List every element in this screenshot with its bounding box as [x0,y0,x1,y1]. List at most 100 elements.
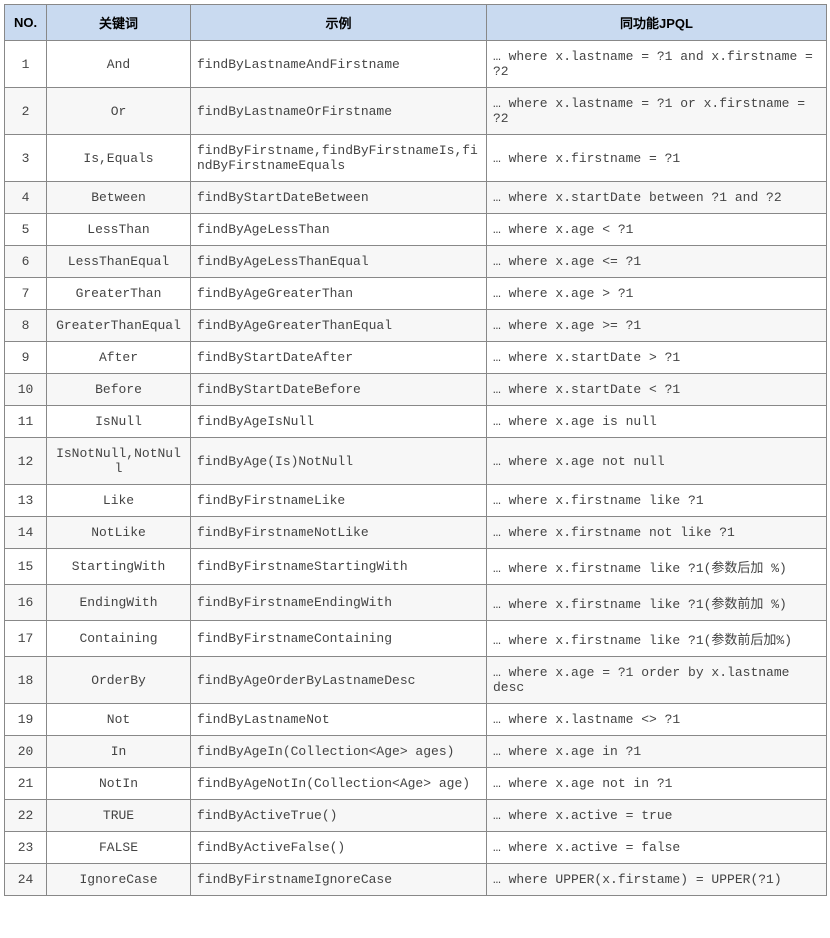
cell-keyword: Containing [47,621,191,657]
header-example: 示例 [191,5,487,41]
cell-no: 16 [5,585,47,621]
cell-no: 11 [5,406,47,438]
cell-example: findByAgeOrderByLastnameDesc [191,657,487,704]
cell-keyword: TRUE [47,800,191,832]
cell-jpql: … where x.firstname like ?1 [487,485,827,517]
table-row: 17ContainingfindByFirstnameContaining… w… [5,621,827,657]
cell-example: findByAgeGreaterThanEqual [191,310,487,342]
cell-keyword: After [47,342,191,374]
table-row: 16EndingWithfindByFirstnameEndingWith… w… [5,585,827,621]
cell-keyword: GreaterThan [47,278,191,310]
table-header-row: NO. 关键词 示例 同功能JPQL [5,5,827,41]
cell-example: findByActiveFalse() [191,832,487,864]
cell-keyword: NotLike [47,517,191,549]
table-row: 13LikefindByFirstnameLike… where x.first… [5,485,827,517]
cell-example: findByFirstnameStartingWith [191,549,487,585]
cell-keyword: IsNull [47,406,191,438]
cell-example: findByStartDateBetween [191,182,487,214]
cell-keyword: In [47,736,191,768]
cell-keyword: IsNotNull,NotNull [47,438,191,485]
cell-example: findByAgeIn(Collection<Age> ages) [191,736,487,768]
cell-example: findByFirstnameContaining [191,621,487,657]
cell-jpql: … where x.lastname = ?1 and x.firstname … [487,41,827,88]
table-row: 18OrderByfindByAgeOrderByLastnameDesc… w… [5,657,827,704]
cell-example: findByActiveTrue() [191,800,487,832]
cell-jpql: … where x.firstname like ?1(参数前后加%) [487,621,827,657]
table-row: 8GreaterThanEqualfindByAgeGreaterThanEqu… [5,310,827,342]
cell-jpql: … where x.lastname = ?1 or x.firstname =… [487,88,827,135]
cell-example: findByFirstnameIgnoreCase [191,864,487,896]
table-row: 14NotLikefindByFirstnameNotLike… where x… [5,517,827,549]
cell-example: findByFirstnameEndingWith [191,585,487,621]
cell-keyword: And [47,41,191,88]
cell-keyword: Not [47,704,191,736]
cell-keyword: StartingWith [47,549,191,585]
table-row: 3Is,EqualsfindByFirstname,findByFirstnam… [5,135,827,182]
cell-example: findByLastnameNot [191,704,487,736]
table-body: 1AndfindByLastnameAndFirstname… where x.… [5,41,827,896]
cell-example: findByStartDateAfter [191,342,487,374]
cell-example: findByLastnameAndFirstname [191,41,487,88]
cell-example: findByAgeNotIn(Collection<Age> age) [191,768,487,800]
jpql-keyword-table: NO. 关键词 示例 同功能JPQL 1AndfindByLastnameAnd… [4,4,827,896]
table-row: 11IsNullfindByAgeIsNull… where x.age is … [5,406,827,438]
cell-jpql: … where UPPER(x.firstame) = UPPER(?1) [487,864,827,896]
cell-no: 24 [5,864,47,896]
table-row: 21NotInfindByAgeNotIn(Collection<Age> ag… [5,768,827,800]
cell-no: 8 [5,310,47,342]
cell-no: 2 [5,88,47,135]
cell-jpql: … where x.age not null [487,438,827,485]
cell-example: findByStartDateBefore [191,374,487,406]
table-row: 1AndfindByLastnameAndFirstname… where x.… [5,41,827,88]
cell-keyword: OrderBy [47,657,191,704]
cell-no: 21 [5,768,47,800]
table-row: 22TRUEfindByActiveTrue()… where x.active… [5,800,827,832]
cell-keyword: GreaterThanEqual [47,310,191,342]
cell-no: 7 [5,278,47,310]
cell-jpql: … where x.age > ?1 [487,278,827,310]
cell-no: 14 [5,517,47,549]
table-row: 15StartingWithfindByFirstnameStartingWit… [5,549,827,585]
cell-jpql: … where x.firstname like ?1(参数后加 %) [487,549,827,585]
table-row: 7GreaterThanfindByAgeGreaterThan… where … [5,278,827,310]
cell-no: 15 [5,549,47,585]
table-row: 2OrfindByLastnameOrFirstname… where x.la… [5,88,827,135]
cell-no: 6 [5,246,47,278]
cell-example: findByAgeLessThan [191,214,487,246]
table-row: 5LessThanfindByAgeLessThan… where x.age … [5,214,827,246]
cell-keyword: IgnoreCase [47,864,191,896]
table-row: 24IgnoreCasefindByFirstnameIgnoreCase… w… [5,864,827,896]
cell-no: 23 [5,832,47,864]
cell-jpql: … where x.active = true [487,800,827,832]
cell-keyword: Between [47,182,191,214]
cell-no: 4 [5,182,47,214]
cell-no: 17 [5,621,47,657]
cell-example: findByAgeIsNull [191,406,487,438]
cell-jpql: … where x.age = ?1 order by x.lastname d… [487,657,827,704]
cell-jpql: … where x.startDate > ?1 [487,342,827,374]
table-row: 23FALSEfindByActiveFalse()… where x.acti… [5,832,827,864]
cell-jpql: … where x.startDate between ?1 and ?2 [487,182,827,214]
table-row: 4BetweenfindByStartDateBetween… where x.… [5,182,827,214]
cell-keyword: EndingWith [47,585,191,621]
cell-jpql: … where x.lastname <> ?1 [487,704,827,736]
cell-example: findByLastnameOrFirstname [191,88,487,135]
cell-keyword: LessThanEqual [47,246,191,278]
cell-no: 22 [5,800,47,832]
header-keyword: 关键词 [47,5,191,41]
cell-no: 19 [5,704,47,736]
table-row: 10BeforefindByStartDateBefore… where x.s… [5,374,827,406]
cell-example: findByFirstname,findByFirstnameIs,findBy… [191,135,487,182]
table-row: 6LessThanEqualfindByAgeLessThanEqual… wh… [5,246,827,278]
cell-example: findByAgeGreaterThan [191,278,487,310]
cell-no: 5 [5,214,47,246]
cell-example: findByFirstnameNotLike [191,517,487,549]
cell-example: findByAgeLessThanEqual [191,246,487,278]
cell-keyword: LessThan [47,214,191,246]
table-row: 9AfterfindByStartDateAfter… where x.star… [5,342,827,374]
cell-no: 12 [5,438,47,485]
cell-jpql: … where x.startDate < ?1 [487,374,827,406]
cell-no: 20 [5,736,47,768]
cell-keyword: Before [47,374,191,406]
cell-jpql: … where x.age < ?1 [487,214,827,246]
